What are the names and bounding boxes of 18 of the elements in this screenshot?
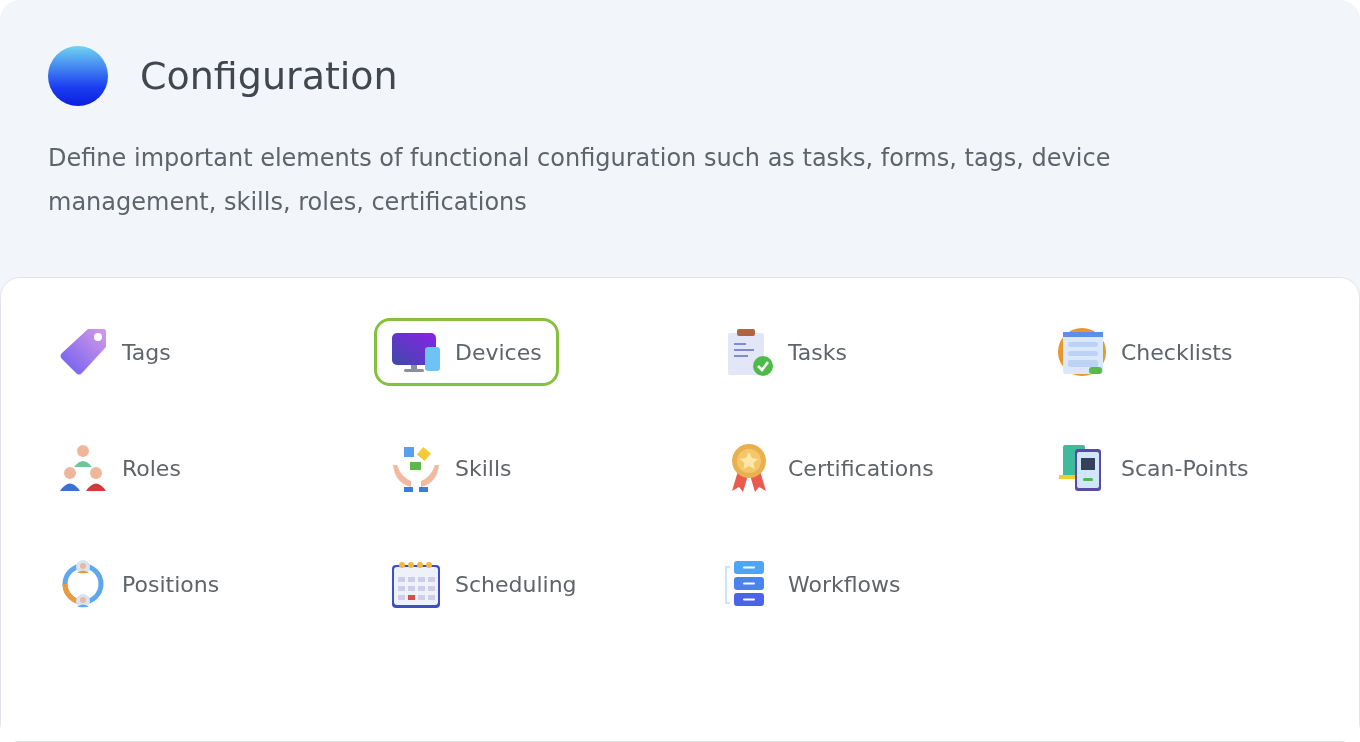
config-item[interactable]: Tags bbox=[41, 318, 188, 386]
people-hierarchy-icon bbox=[58, 443, 108, 493]
page-title: Configuration bbox=[140, 54, 398, 98]
config-item[interactable]: Tasks bbox=[707, 318, 864, 386]
logo-circle-icon bbox=[48, 46, 108, 106]
config-item[interactable]: Positions bbox=[41, 550, 237, 618]
config-item[interactable]: Certifications bbox=[707, 434, 951, 502]
calendar-icon bbox=[391, 559, 441, 609]
config-item[interactable]: Devices bbox=[374, 318, 559, 386]
page-description: Define important elements of functional configuration such as tasks, forms, tags, device management, skills, roles, certifications bbox=[48, 143, 1112, 218]
config-item[interactable]: Skills bbox=[374, 434, 529, 502]
config-item[interactable]: Scan-Points bbox=[1040, 434, 1266, 502]
tag-icon bbox=[58, 327, 108, 377]
config-item[interactable]: Scheduling bbox=[374, 550, 594, 618]
config-item[interactable]: Roles bbox=[41, 434, 198, 502]
form-window-icon bbox=[1057, 327, 1107, 377]
config-item[interactable]: Workflows bbox=[707, 550, 918, 618]
config-item[interactable]: Checklists bbox=[1040, 318, 1250, 386]
